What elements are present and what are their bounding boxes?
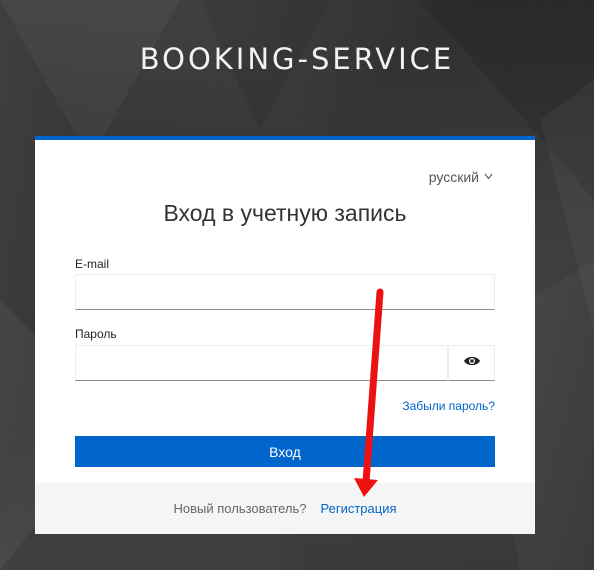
password-group	[75, 345, 495, 381]
password-label: Пароль	[75, 327, 117, 341]
new-user-text: Новый пользователь?	[173, 501, 307, 516]
forgot-password-link[interactable]: Забыли пароль?	[402, 399, 495, 413]
login-card: русский Вход в учетную запись E-mail Пар…	[35, 136, 535, 534]
register-link[interactable]: Регистрация	[321, 501, 397, 516]
language-label: русский	[428, 169, 479, 185]
page-title: Вход в учетную запись	[163, 200, 407, 226]
language-selector[interactable]: русский	[429, 169, 493, 185]
brand-title: BOOKING-SERVICE	[139, 42, 455, 76]
show-password-button[interactable]	[448, 345, 495, 381]
email-field[interactable]	[75, 274, 495, 310]
email-label: E-mail	[75, 257, 110, 271]
password-field[interactable]	[75, 345, 448, 381]
login-button[interactable]: Вход	[75, 436, 495, 467]
eye-icon	[463, 354, 481, 372]
chevron-down-icon	[484, 171, 493, 183]
registration-footer: Новый пользователь? Регистрация	[35, 483, 535, 534]
